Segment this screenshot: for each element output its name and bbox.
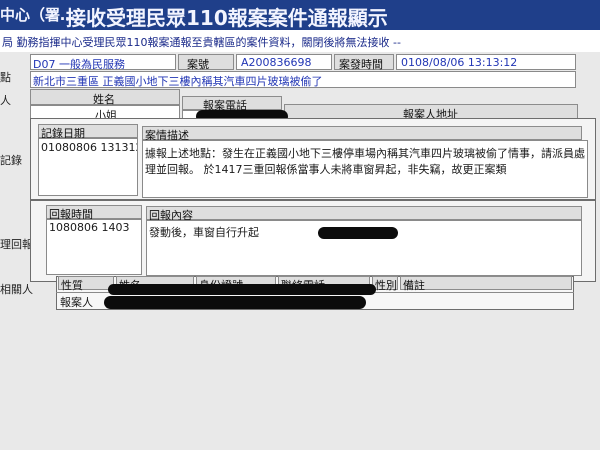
reporter-phone-header-cell: 報案電話 bbox=[182, 96, 282, 112]
case-time-label: 案發時間 bbox=[339, 58, 383, 71]
redaction-related-2 bbox=[104, 296, 366, 309]
related-side-label: 相關人 bbox=[0, 283, 33, 296]
case-no: A200836698 bbox=[241, 56, 312, 69]
case-place: 新北市三重區 正義國小地下三樓內稱其汽車四片玻璃被偷了 bbox=[33, 75, 323, 88]
reporter-side-label: 人 bbox=[0, 94, 11, 107]
place-side-label: 點 bbox=[0, 71, 11, 84]
reply-time-header-cell: 回報時間 bbox=[46, 205, 142, 221]
window-left-label: 中心（署… bbox=[0, 6, 76, 24]
case-category: D07 一般為民服務 bbox=[33, 58, 125, 70]
related-header-gender: 性別 bbox=[375, 279, 397, 292]
related-header-type: 性質 bbox=[61, 279, 83, 292]
case-place-field: 新北市三重區 正義國小地下三樓內稱其汽車四片玻璃被偷了 bbox=[30, 71, 576, 88]
case-time-field: 0108/08/06 13:13:12 bbox=[396, 54, 576, 70]
reporter-name-header-cell: 姓名 bbox=[30, 89, 180, 106]
record-desc-line1: 據報上述地點：發生在正義國小地下三樓停車場內稱其汽車四片玻璃被偷了情事，請派員處 bbox=[145, 147, 585, 160]
record-desc-header-cell: 案情描述 bbox=[142, 126, 582, 142]
window-titlebar: 中心（署… 接收受理民眾110報案案件通報顯示 bbox=[0, 0, 600, 30]
case-time: 0108/08/06 13:13:12 bbox=[401, 56, 518, 69]
record-date-field: 01080806 131312 bbox=[38, 138, 138, 196]
case-no-field: A200836698 bbox=[236, 54, 332, 70]
related-header-cell-1: 性質 bbox=[58, 276, 114, 292]
record-date-header-cell: 記錄日期 bbox=[38, 124, 138, 140]
notice-text: 局 勤務指揮中心受理民眾110報案通報至貴轄區的案件資料，關閉後將無法接收 -- bbox=[2, 36, 401, 49]
record-side-label: 記錄 bbox=[0, 154, 22, 167]
reply-time-field: 1080806 1403 bbox=[46, 219, 142, 275]
record-date-value: 01080806 131312 bbox=[41, 141, 138, 154]
case-no-label-cell: 案號 bbox=[178, 54, 234, 71]
notice-bar: 局 勤務指揮中心受理民眾110報案通報至貴轄區的案件資料，關閉後將無法接收 -- bbox=[0, 30, 600, 53]
reply-content-header-cell: 回報內容 bbox=[146, 206, 582, 222]
redaction-reply bbox=[318, 227, 398, 239]
record-desc-field: 據報上述地點：發生在正義國小地下三樓停車場內稱其汽車四片玻璃被偷了情事，請派員處… bbox=[142, 140, 588, 198]
related-header-note: 備註 bbox=[403, 279, 425, 292]
related-header-cell-6: 備註 bbox=[400, 276, 572, 292]
record-desc-line2: 理並回報。 於1417三重回報係當事人未將車窗昇起，非失竊，故更正案類 bbox=[145, 163, 507, 176]
reply-content-value: 發動後，車窗自行升起 bbox=[149, 226, 259, 239]
case-no-label: 案號 bbox=[187, 58, 209, 71]
redaction-related-1 bbox=[108, 284, 376, 295]
reply-side-label: 理回報 bbox=[0, 238, 33, 251]
case-form: D07 一般為民服務 案號 A200836698 案發時間 0108/08/06… bbox=[0, 52, 600, 450]
related-row-type: 報案人 bbox=[60, 296, 93, 309]
reply-time-value: 1080806 1403 bbox=[49, 221, 130, 234]
window-title: 接收受理民眾110報案案件通報顯示 bbox=[66, 6, 388, 30]
case-time-label-cell: 案發時間 bbox=[334, 54, 394, 71]
case-category-field: D07 一般為民服務 bbox=[30, 54, 176, 70]
